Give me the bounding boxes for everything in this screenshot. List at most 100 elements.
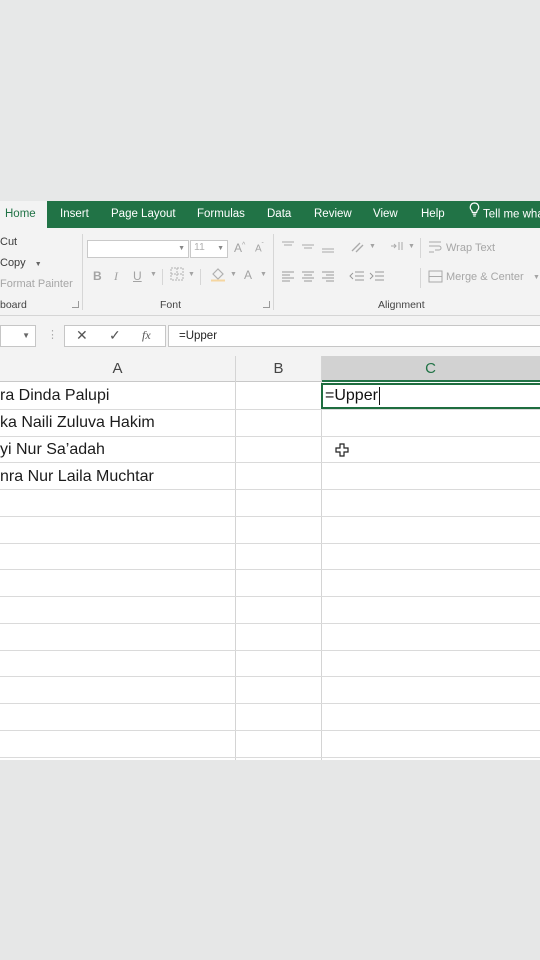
align-top-icon[interactable] — [281, 240, 295, 255]
divider — [420, 238, 421, 258]
cell-a2[interactable]: ka Naili Zuluva Hakim — [0, 410, 155, 436]
tab-data[interactable]: Data — [267, 201, 291, 228]
active-cell-text: =Upper — [325, 387, 378, 404]
formula-buttons: ✕ ✓ fx — [64, 325, 166, 347]
font-size-combo[interactable]: 11 ▼ — [190, 240, 228, 258]
font-name-combo[interactable]: ▼ — [87, 240, 189, 258]
chevron-down-icon[interactable]: ▼ — [230, 271, 237, 278]
clipboard-group-label: board — [0, 299, 27, 311]
lightbulb-icon — [469, 201, 480, 228]
gridline — [0, 596, 540, 597]
shrink-font-glyph: A — [255, 243, 262, 255]
drag-handle-icon[interactable]: ⋮ — [47, 328, 58, 341]
gridline — [0, 516, 540, 517]
chevron-down-icon[interactable]: ▼ — [260, 271, 267, 278]
font-color-icon[interactable]: A — [244, 268, 252, 282]
orientation-icon[interactable] — [350, 240, 366, 257]
chevron-down-icon[interactable]: ▼ — [533, 274, 540, 281]
alignment-group-label: Alignment — [378, 299, 425, 311]
tell-me-label: Tell me wha — [483, 208, 540, 221]
gridline — [0, 676, 540, 677]
chevron-down-icon: ▼ — [178, 245, 185, 252]
copy-label: Copy — [0, 257, 26, 269]
align-center-icon[interactable] — [301, 270, 315, 285]
merge-center-icon[interactable] — [428, 270, 443, 286]
grow-font-glyph: A — [234, 241, 243, 255]
gridline — [0, 543, 540, 544]
underline-button[interactable]: U — [133, 269, 142, 283]
format-painter-button[interactable]: Format Painter — [0, 278, 73, 290]
column-header-b[interactable]: B — [236, 356, 321, 382]
ribbon-home: Cut Copy ▼ Format Painter board ▼ 11 ▼ A^… — [0, 228, 540, 316]
enter-icon[interactable]: ✓ — [109, 327, 121, 344]
italic-button[interactable]: I — [114, 269, 118, 284]
clipboard-launcher-icon[interactable] — [72, 301, 79, 308]
divider — [420, 268, 421, 288]
ribbon-tab-bar: Home Insert Page Layout Formulas Data Re… — [0, 201, 540, 228]
cell-a4[interactable]: nra Nur Laila Muchtar — [0, 464, 154, 490]
tab-formulas[interactable]: Formulas — [197, 201, 245, 228]
bottom-blank-area — [0, 760, 540, 960]
font-launcher-icon[interactable] — [263, 301, 270, 308]
text-direction-icon[interactable] — [389, 240, 405, 255]
chevron-down-icon[interactable]: ▼ — [150, 271, 157, 278]
gridline — [321, 356, 322, 760]
grow-font-icon[interactable]: A^ — [234, 241, 245, 255]
gridline — [0, 650, 540, 651]
fill-color-icon[interactable] — [210, 267, 226, 285]
chevron-down-icon[interactable]: ▼ — [188, 271, 195, 278]
chevron-down-icon[interactable]: ▼ — [22, 331, 30, 340]
group-divider — [273, 234, 274, 310]
gridline — [0, 757, 540, 758]
chevron-down-icon[interactable]: ▼ — [408, 243, 415, 250]
font-group-label: Font — [160, 299, 182, 311]
borders-icon[interactable] — [170, 267, 184, 284]
tab-page-layout[interactable]: Page Layout — [111, 201, 176, 228]
copy-button[interactable]: Copy ▼ — [0, 257, 42, 269]
formula-bar: ▼ ⋮ ✕ ✓ fx =Upper — [0, 316, 540, 356]
cut-button[interactable]: Cut — [0, 236, 17, 248]
decrease-indent-icon[interactable] — [349, 270, 365, 285]
name-box[interactable]: ▼ — [0, 325, 36, 347]
column-header-a[interactable]: A — [0, 356, 235, 382]
cell-a3[interactable]: yi Nur Sa’adah — [0, 437, 105, 463]
gridline — [0, 703, 540, 704]
column-header-c[interactable]: C — [321, 356, 540, 382]
cell-a1[interactable]: ra Dinda Palupi — [0, 383, 109, 409]
merge-center-button[interactable]: Merge & Center — [446, 271, 524, 283]
tab-help[interactable]: Help — [421, 201, 445, 228]
increase-indent-icon[interactable] — [369, 270, 385, 285]
gridline — [0, 569, 540, 570]
active-cell-c1[interactable]: =Upper — [321, 383, 540, 409]
divider — [162, 269, 163, 285]
tab-home[interactable]: Home — [0, 201, 47, 228]
cancel-icon[interactable]: ✕ — [76, 327, 88, 344]
gridline — [0, 623, 540, 624]
top-blank-area — [0, 0, 540, 201]
font-size-value: 11 — [194, 241, 205, 253]
align-right-icon[interactable] — [321, 270, 335, 285]
gridline — [0, 730, 540, 731]
chevron-down-icon[interactable]: ▼ — [35, 261, 42, 268]
text-caret — [378, 386, 380, 405]
chevron-down-icon[interactable]: ▼ — [369, 243, 376, 250]
align-left-icon[interactable] — [281, 270, 295, 285]
formula-input[interactable]: =Upper — [168, 325, 540, 347]
chevron-down-icon: ▼ — [217, 245, 224, 252]
align-middle-icon[interactable] — [301, 240, 315, 255]
shrink-font-icon[interactable]: Aˇ — [255, 243, 264, 254]
bold-button[interactable]: B — [93, 269, 102, 283]
align-bottom-icon[interactable] — [321, 240, 335, 257]
divider — [200, 269, 201, 285]
wrap-text-button[interactable]: Wrap Text — [446, 242, 495, 254]
group-divider — [82, 234, 83, 310]
tab-insert[interactable]: Insert — [60, 201, 89, 228]
mouse-cursor-icon — [335, 443, 349, 462]
insert-function-icon[interactable]: fx — [142, 328, 151, 343]
gridline — [235, 356, 236, 760]
tab-review[interactable]: Review — [314, 201, 352, 228]
tab-view[interactable]: View — [373, 201, 398, 228]
worksheet-grid[interactable]: A B C ra Dinda Palupi ka Naili Zuluva Ha… — [0, 356, 540, 760]
wrap-text-icon[interactable] — [428, 240, 442, 257]
tab-tell-me[interactable]: Tell me wha — [469, 201, 540, 228]
